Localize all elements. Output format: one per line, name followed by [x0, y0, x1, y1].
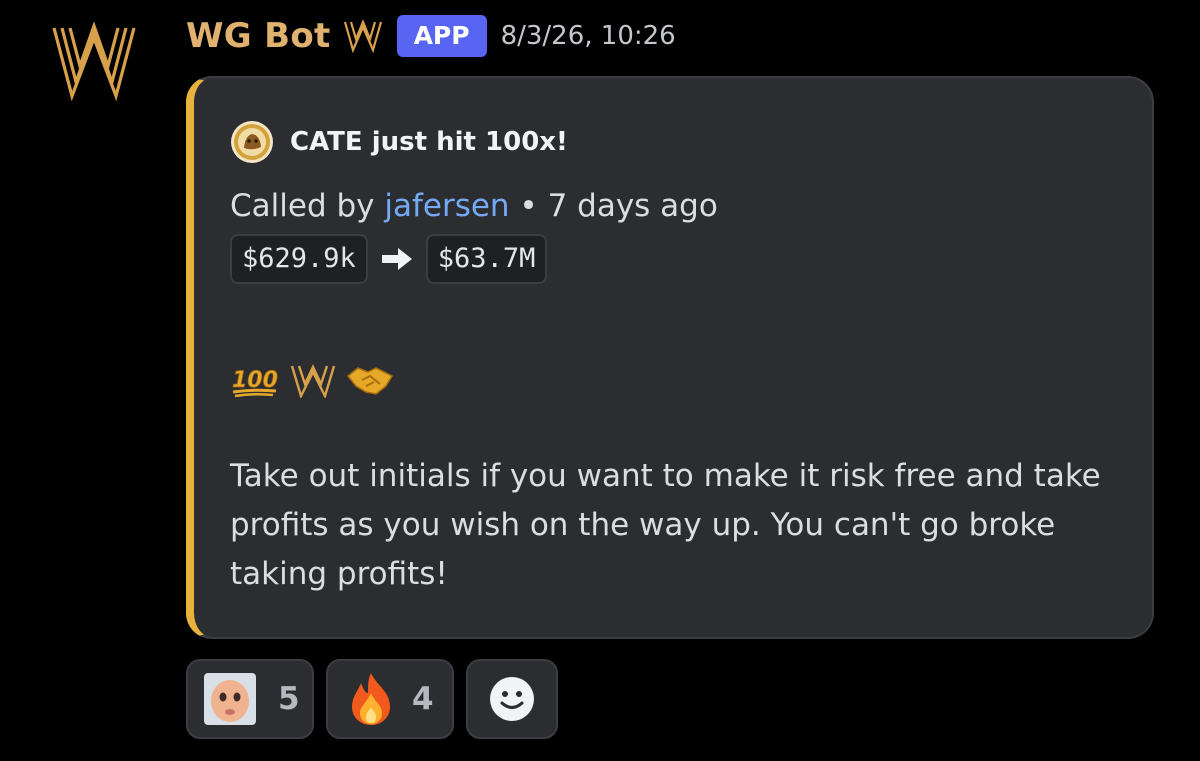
embed-body-text: Take out initials if you want to make it…	[230, 458, 1101, 592]
emoji-row: 100	[230, 362, 404, 398]
right-arrow-icon	[381, 248, 412, 270]
fire-icon	[352, 673, 390, 725]
reaction-count: 5	[278, 681, 300, 717]
price-change: $629.9k $63.7M	[230, 234, 548, 284]
handshake-icon	[346, 367, 394, 395]
add-reaction-button[interactable]	[466, 659, 558, 739]
reactions-bar: 5 4	[186, 659, 570, 739]
called-by-line: Called by jafersen • 7 days ago	[230, 188, 718, 224]
baby-face-emoji-icon	[204, 673, 256, 725]
token-coin-icon	[231, 121, 273, 163]
message-timestamp[interactable]: 8/3/26, 10:26	[501, 21, 676, 51]
embed-title: CATE just hit 100x!	[290, 127, 568, 157]
bot-avatar[interactable]	[50, 21, 138, 102]
message-embed: CATE just hit 100x! Called by jafersen •…	[186, 76, 1154, 639]
embed-author: CATE just hit 100x!	[230, 120, 568, 164]
message-header: WG Bot APP 8/3/26, 10:26	[186, 12, 676, 60]
called-time: • 7 days ago	[509, 188, 718, 224]
caller-link[interactable]: jafersen	[384, 188, 509, 224]
price-to: $63.7M	[425, 234, 548, 284]
gold-w-icon	[290, 364, 336, 398]
reaction-fire[interactable]: 4	[326, 659, 454, 739]
reaction-baby-face[interactable]: 5	[186, 659, 314, 739]
bot-username[interactable]: WG Bot	[186, 16, 331, 56]
gold-w-logo-icon	[52, 21, 136, 102]
gold-w-badge-icon	[343, 19, 382, 53]
called-by-label: Called by	[230, 188, 375, 224]
add-reaction-smiley-icon	[490, 677, 534, 721]
app-tag-badge: APP	[396, 15, 487, 57]
price-from: $629.9k	[230, 234, 368, 284]
reaction-count: 4	[412, 681, 434, 717]
hundred-points-icon: 100	[232, 368, 278, 398]
